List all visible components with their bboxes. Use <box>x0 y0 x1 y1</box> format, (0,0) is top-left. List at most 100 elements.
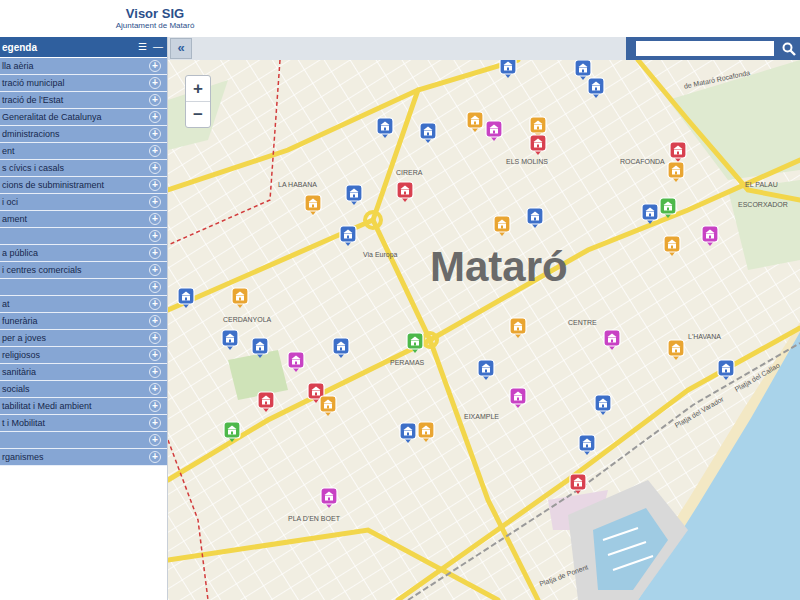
expand-button[interactable]: + <box>149 128 161 140</box>
collapse-icon[interactable]: — <box>153 41 163 53</box>
map-pin[interactable] <box>526 207 544 229</box>
expand-button[interactable]: + <box>149 145 161 157</box>
legend-item[interactable]: sanitària+ <box>0 364 167 381</box>
collapse-panel-button[interactable]: « <box>170 38 192 59</box>
map-pin[interactable] <box>231 287 249 309</box>
map-pin[interactable] <box>419 122 437 144</box>
expand-button[interactable]: + <box>149 247 161 259</box>
expand-button[interactable]: + <box>149 264 161 276</box>
legend-item[interactable]: tració de l'Estat+ <box>0 92 167 109</box>
map-pin[interactable] <box>396 181 414 203</box>
map-pin[interactable] <box>493 215 511 237</box>
expand-button[interactable]: + <box>149 349 161 361</box>
legend-item[interactable]: + <box>0 228 167 245</box>
map-pin[interactable] <box>667 339 685 361</box>
legend-item[interactable]: ament+ <box>0 211 167 228</box>
legend-item[interactable]: ent+ <box>0 143 167 160</box>
map-pin[interactable] <box>509 317 527 339</box>
legend-item[interactable]: funerària+ <box>0 313 167 330</box>
building-icon <box>499 60 517 79</box>
map-pin[interactable] <box>417 421 435 443</box>
map-pin[interactable] <box>320 487 338 509</box>
map-pin[interactable] <box>332 337 350 359</box>
map-pin[interactable] <box>376 117 394 139</box>
expand-button[interactable]: + <box>149 281 161 293</box>
legend-item[interactable]: + <box>0 432 167 449</box>
expand-button[interactable]: + <box>149 196 161 208</box>
map-pin[interactable] <box>587 77 605 99</box>
map-pin[interactable] <box>603 329 621 351</box>
map-pin[interactable] <box>669 141 687 163</box>
legend-item[interactable]: + <box>0 279 167 296</box>
map-pin[interactable] <box>466 111 484 133</box>
expand-button[interactable]: + <box>149 315 161 327</box>
map-pin[interactable] <box>659 197 677 219</box>
map-pin[interactable] <box>569 473 587 495</box>
expand-button[interactable]: + <box>149 77 161 89</box>
legend-item[interactable]: tabilitat i Medi ambient+ <box>0 398 167 415</box>
map-canvas[interactable]: MataróEL PALAUESCORXADORde Mataró Rocafo… <box>168 60 800 600</box>
map-pin[interactable] <box>406 332 424 354</box>
expand-button[interactable]: + <box>149 383 161 395</box>
expand-button[interactable]: + <box>149 60 161 72</box>
map-pin[interactable] <box>257 391 275 413</box>
legend-item[interactable]: a pública+ <box>0 245 167 262</box>
legend-item[interactable]: i centres comercials+ <box>0 262 167 279</box>
map-pin[interactable] <box>641 203 659 225</box>
map-pin[interactable] <box>663 235 681 257</box>
search-input[interactable] <box>636 41 774 56</box>
expand-button[interactable]: + <box>149 162 161 174</box>
zoom-in-button[interactable]: + <box>186 76 210 101</box>
map-pin[interactable] <box>251 337 269 359</box>
map-pin[interactable] <box>223 421 241 443</box>
legend-item[interactable]: tració municipal+ <box>0 75 167 92</box>
zoom-out-button[interactable]: − <box>186 101 210 127</box>
map-pin[interactable] <box>339 225 357 247</box>
search-icon[interactable] <box>782 42 796 56</box>
legend-item[interactable]: i oci+ <box>0 194 167 211</box>
legend-item[interactable]: at+ <box>0 296 167 313</box>
map-pin[interactable] <box>287 351 305 373</box>
map-pin[interactable] <box>177 287 195 309</box>
legend-item[interactable]: rganismes+ <box>0 449 167 466</box>
logo[interactable]: Visor SIGAjuntament de Mataró <box>90 6 220 31</box>
expand-button[interactable]: + <box>149 451 161 463</box>
expand-button[interactable]: + <box>149 213 161 225</box>
expand-button[interactable]: + <box>149 179 161 191</box>
map-pin[interactable] <box>399 422 417 444</box>
legend-item[interactable]: dministracions+ <box>0 126 167 143</box>
map-pin[interactable] <box>667 161 685 183</box>
expand-button[interactable]: + <box>149 298 161 310</box>
map-pin[interactable] <box>477 359 495 381</box>
map-pin[interactable] <box>529 134 547 156</box>
legend-item[interactable]: cions de subministrament+ <box>0 177 167 194</box>
map-pin[interactable] <box>304 194 322 216</box>
legend-item[interactable]: socials+ <box>0 381 167 398</box>
list-icon[interactable]: ☰ <box>138 41 147 53</box>
map-pin[interactable] <box>701 225 719 247</box>
expand-button[interactable]: + <box>149 94 161 106</box>
map-pin[interactable] <box>594 394 612 416</box>
map-pin[interactable] <box>509 387 527 409</box>
legend-item[interactable]: religiosos+ <box>0 347 167 364</box>
expand-button[interactable]: + <box>149 332 161 344</box>
expand-button[interactable]: + <box>149 434 161 446</box>
expand-button[interactable]: + <box>149 111 161 123</box>
building-icon <box>320 487 338 509</box>
legend-item[interactable]: Generalitat de Catalunya+ <box>0 109 167 126</box>
expand-button[interactable]: + <box>149 230 161 242</box>
map-pin[interactable] <box>345 184 363 206</box>
map-pin[interactable] <box>319 395 337 417</box>
map-pin[interactable] <box>221 329 239 351</box>
expand-button[interactable]: + <box>149 400 161 412</box>
legend-item[interactable]: t i Mobilitat+ <box>0 415 167 432</box>
legend-item[interactable]: s cívics i casals+ <box>0 160 167 177</box>
map-pin[interactable] <box>717 359 735 381</box>
legend-item[interactable]: per a joves+ <box>0 330 167 347</box>
map-pin[interactable] <box>499 60 517 79</box>
map-pin[interactable] <box>485 120 503 142</box>
legend-item[interactable]: lla aèria+ <box>0 58 167 75</box>
map-pin[interactable] <box>578 434 596 456</box>
expand-button[interactable]: + <box>149 417 161 429</box>
expand-button[interactable]: + <box>149 366 161 378</box>
